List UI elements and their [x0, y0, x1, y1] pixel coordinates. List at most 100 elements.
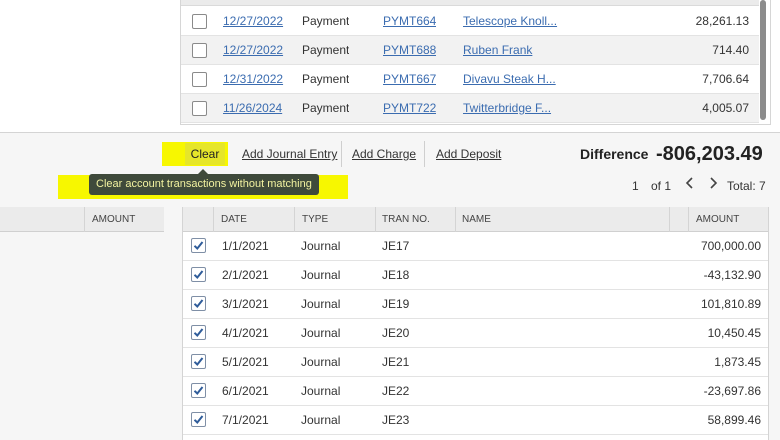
table-row[interactable]: 2/1/2021 Journal JE18 -43,132.90	[183, 261, 768, 290]
row-name-link[interactable]: Ruben Frank	[463, 36, 563, 65]
vertical-scrollbar[interactable]	[760, 0, 766, 120]
row-checkbox-checked[interactable]	[191, 383, 206, 398]
column-divider	[669, 207, 670, 232]
row-checkbox-checked[interactable]	[191, 296, 206, 311]
row-amount: 714.40	[712, 43, 749, 57]
row-amount: 7,706.64	[702, 72, 749, 86]
row-date-link[interactable]: 11/26/2024	[223, 94, 293, 123]
row-type: Journal	[301, 326, 341, 340]
name-column-header[interactable]: NAME	[462, 207, 491, 232]
row-tran-no: JE23	[382, 413, 410, 427]
checkmark-icon	[193, 241, 204, 250]
row-checkbox-checked[interactable]	[191, 354, 206, 369]
table-row[interactable]: 12/27/2022 Payment PYMT688 Ruben Frank 7…	[181, 36, 759, 65]
row-checkbox[interactable]	[192, 14, 207, 29]
row-date: 6/1/2021	[222, 384, 269, 398]
row-tran-no: JE18	[382, 268, 410, 282]
page-number: 1	[632, 179, 639, 193]
difference-value: -806,203.49	[656, 143, 763, 165]
column-divider	[294, 207, 295, 232]
row-type: Journal	[301, 384, 341, 398]
row-date-link[interactable]: 12/27/2022	[223, 36, 293, 65]
difference-label: Difference	[580, 146, 649, 162]
row-type: Payment	[302, 14, 350, 28]
checkmark-icon	[193, 386, 204, 395]
row-tran-no-link[interactable]: PYMT667	[383, 65, 436, 94]
row-date-link[interactable]: 12/27/2022	[223, 7, 293, 36]
table-row[interactable]: 1/1/2021 Journal JE17 700,000.00	[183, 232, 768, 261]
row-tran-no-link[interactable]: PYMT722	[383, 94, 436, 123]
row-tran-no-link[interactable]: PYMT664	[383, 7, 436, 36]
row-checkbox[interactable]	[192, 43, 207, 58]
page-of-label: of 1	[651, 179, 672, 193]
table-row[interactable]: 6/1/2021 Journal JE22 -23,697.86	[183, 377, 768, 406]
row-name-link[interactable]: Twitterbridge F...	[463, 94, 563, 123]
table-header: DATE TYPE TRAN NO. NAME AMOUNT	[183, 207, 768, 232]
checkmark-icon	[193, 299, 204, 308]
matched-transactions-table: DATE TYPE TRAN NO. NAME AMOUNT 1/1/2021 …	[182, 207, 769, 440]
clear-button[interactable]: Clear	[185, 143, 225, 165]
row-amount: 10,450.45	[707, 326, 761, 340]
column-divider	[375, 207, 376, 232]
row-name-link[interactable]: Telescope Knoll...	[463, 7, 563, 36]
date-column-header[interactable]: DATE	[221, 207, 247, 232]
tran-no-column-header[interactable]: TRAN NO.	[382, 207, 430, 232]
row-name-link[interactable]: Divavu Steak H...	[463, 65, 563, 94]
row-tran-no-link[interactable]: PYMT688	[383, 36, 436, 65]
column-divider	[688, 207, 689, 232]
row-date: 3/1/2021	[222, 297, 269, 311]
row-tran-no: JE22	[382, 384, 410, 398]
table-row[interactable]: 3/1/2021 Journal JE19 101,810.89	[183, 290, 768, 319]
row-date-link[interactable]: 12/31/2022	[223, 65, 293, 94]
row-tran-no: JE17	[382, 239, 410, 253]
add-journal-entry-link[interactable]: Add Journal Entry	[242, 147, 337, 161]
row-tran-no: JE20	[382, 326, 410, 340]
clear-tooltip: Clear account transactions without match…	[89, 174, 319, 195]
checkmark-icon	[193, 357, 204, 366]
table-row[interactable]: 4/1/2021 Journal JE20 10,450.45	[183, 319, 768, 348]
left-amount-header[interactable]: AMOUNT	[92, 214, 135, 225]
row-date: 5/1/2021	[222, 355, 269, 369]
table-row[interactable]: 11/26/2024 Payment PYMT722 Twitterbridge…	[181, 94, 759, 123]
row-amount: -43,132.90	[703, 268, 761, 282]
chevron-right-icon[interactable]	[706, 176, 720, 194]
amount-column-header[interactable]: AMOUNT	[696, 207, 739, 232]
total-count: Total: 7	[727, 179, 766, 193]
row-amount: 28,261.13	[695, 14, 749, 28]
add-charge-link[interactable]: Add Charge	[352, 147, 416, 161]
table-row[interactable]: 7/1/2021 Journal JE23 58,899.46	[183, 406, 768, 435]
row-checkbox-checked[interactable]	[191, 267, 206, 282]
row-checkbox-checked[interactable]	[191, 238, 206, 253]
row-checkbox-checked[interactable]	[191, 325, 206, 340]
top-table-header	[181, 0, 759, 6]
checkmark-icon	[193, 415, 204, 424]
row-type: Journal	[301, 355, 341, 369]
toolbar-divider	[341, 141, 342, 167]
left-table-header: AMOUNT	[0, 207, 164, 232]
row-checkbox[interactable]	[192, 101, 207, 116]
row-type: Payment	[302, 43, 350, 57]
column-divider	[455, 207, 456, 232]
table-row[interactable]: 5/1/2021 Journal JE21 1,873.45	[183, 348, 768, 377]
table-row[interactable]: 12/27/2022 Payment PYMT664 Telescope Kno…	[181, 7, 759, 36]
row-date: 2/1/2021	[222, 268, 269, 282]
column-divider	[84, 207, 85, 232]
row-type: Journal	[301, 239, 341, 253]
chevron-left-icon[interactable]	[683, 176, 697, 194]
row-date: 1/1/2021	[222, 239, 269, 253]
checkmark-icon	[193, 270, 204, 279]
row-type: Journal	[301, 413, 341, 427]
row-tran-no: JE21	[382, 355, 410, 369]
type-column-header[interactable]: TYPE	[302, 207, 328, 232]
table-row[interactable]: 12/31/2022 Payment PYMT667 Divavu Steak …	[181, 65, 759, 94]
unmatched-transactions-table: 12/27/2022 Payment PYMT664 Telescope Kno…	[180, 0, 771, 125]
add-deposit-link[interactable]: Add Deposit	[436, 147, 501, 161]
row-checkbox-checked[interactable]	[191, 412, 206, 427]
row-amount: 700,000.00	[700, 239, 761, 253]
row-type: Journal	[301, 297, 341, 311]
column-divider	[213, 207, 214, 232]
row-tran-no: JE19	[382, 297, 410, 311]
row-type: Payment	[302, 101, 350, 115]
row-type: Journal	[301, 268, 341, 282]
row-checkbox[interactable]	[192, 72, 207, 87]
